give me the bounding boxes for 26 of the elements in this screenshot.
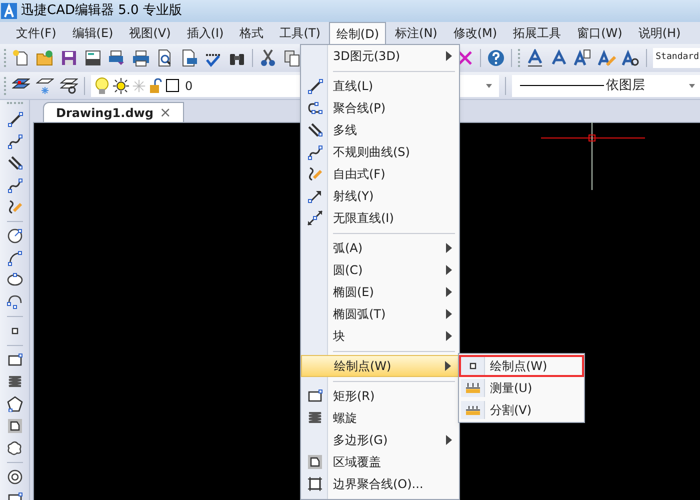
menu-item-label: 无限直线(I) — [332, 210, 395, 227]
menu-item-label: 射线(Y) — [332, 188, 375, 205]
menu-item-label: 圆(C) — [332, 262, 364, 279]
tab-title: Drawing1.dwg — [56, 104, 154, 122]
menu-item-label: 椭圆弧(T) — [332, 306, 387, 323]
window-title: 迅捷CAD编辑器 5.0 专业版 — [21, 2, 182, 20]
menu-item-label: 绘制点(W) — [489, 358, 548, 375]
menu-item-label: 矩形(R) — [332, 388, 376, 405]
menu-item-label: 弧(A) — [332, 240, 364, 257]
menu-item-label: 绘制点(W) — [333, 358, 392, 375]
linetype-name: 依图层 — [606, 76, 646, 95]
menu-item-label: 自由式(F) — [332, 166, 386, 183]
menu-item-label: 多线 — [332, 122, 358, 139]
menu-item-label: 块 — [332, 328, 346, 345]
menu-item-label: 螺旋 — [332, 410, 358, 427]
menu-item-label: 多边形(G) — [332, 432, 389, 449]
menu-item-label: 不规则曲线(S) — [332, 144, 411, 161]
menu-item-label: 分割(V) — [489, 402, 532, 419]
menu-item-label: 区域覆盖 — [332, 454, 382, 471]
menu-item-label: 椭圆(E) — [332, 284, 375, 301]
menu-item-label: 直线(L) — [332, 78, 374, 95]
menu-item-label: 聚合线(P) — [332, 100, 387, 117]
menu-item-label: 边界聚合线(O)... — [332, 476, 424, 493]
layer-name: 0 — [185, 78, 193, 94]
menu-item-label: 测量(U) — [489, 380, 532, 397]
menu-item-label: 3D图元(3D) — [332, 48, 402, 65]
